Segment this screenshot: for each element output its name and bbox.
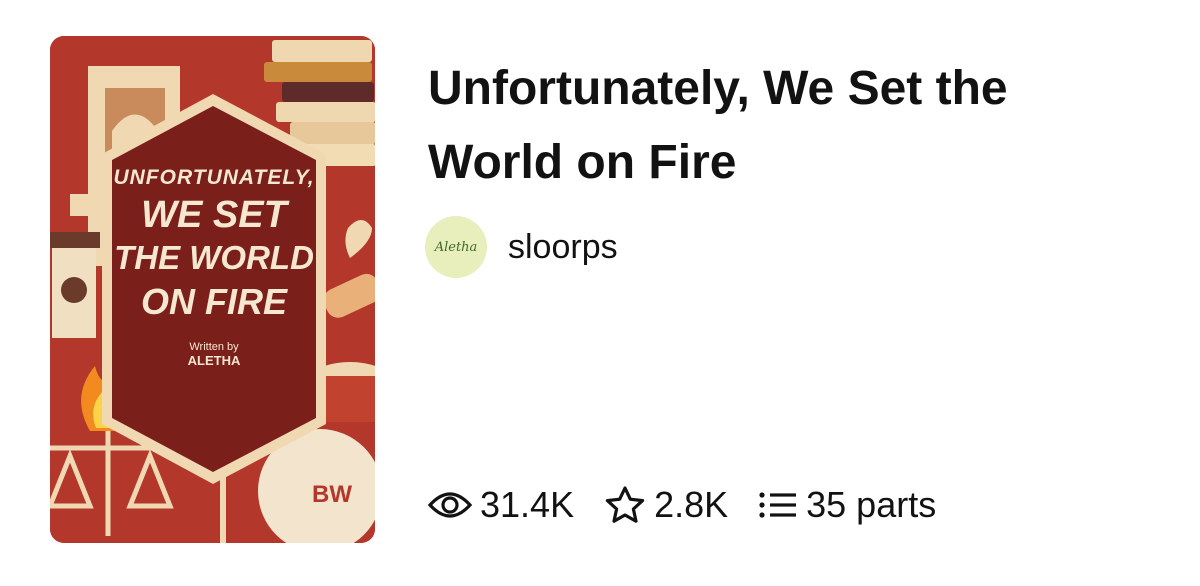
cover-line-3: THE WORLD [114,239,314,276]
parts-count: 35 parts [806,484,937,525]
star-icon [605,486,645,523]
reads-stat: 31.4K [428,484,574,526]
cover-written-by: Written by [189,341,239,353]
list-icon [759,492,797,518]
cover-badge-text: BW [312,481,352,508]
reads-count: 31.4K [480,484,575,525]
author-name[interactable]: sloorps [508,228,618,267]
avatar-text: Aletha [434,239,478,255]
story-title[interactable]: Unfortunately, We Set the World on Fire [428,52,1148,200]
cover-pen-name: ALETHA [187,353,241,368]
cover-line-4: ON FIRE [140,281,287,322]
cover-line-1: UNFORTUNATELY, [113,166,315,189]
cover-line-2: WE SET [141,194,287,236]
book-cover[interactable]: UNFORTUNATELY, WE SET THE WORLD ON FIRE … [50,36,375,543]
story-stats: 31.4K 2.8K 35 parts [428,478,966,532]
parts-stat: 35 parts [758,484,936,526]
votes-stat: 2.8K [604,484,728,526]
story-card[interactable]: UNFORTUNATELY, WE SET THE WORLD ON FIRE … [0,0,1200,586]
avatar[interactable]: Aletha [425,216,487,278]
coffee-decoration [50,232,100,338]
author-row[interactable]: Aletha sloorps [425,216,618,278]
votes-count: 2.8K [654,484,729,525]
cover-text: UNFORTUNATELY, WE SET THE WORLD ON FIRE … [112,166,316,368]
eye-icon [428,492,472,518]
